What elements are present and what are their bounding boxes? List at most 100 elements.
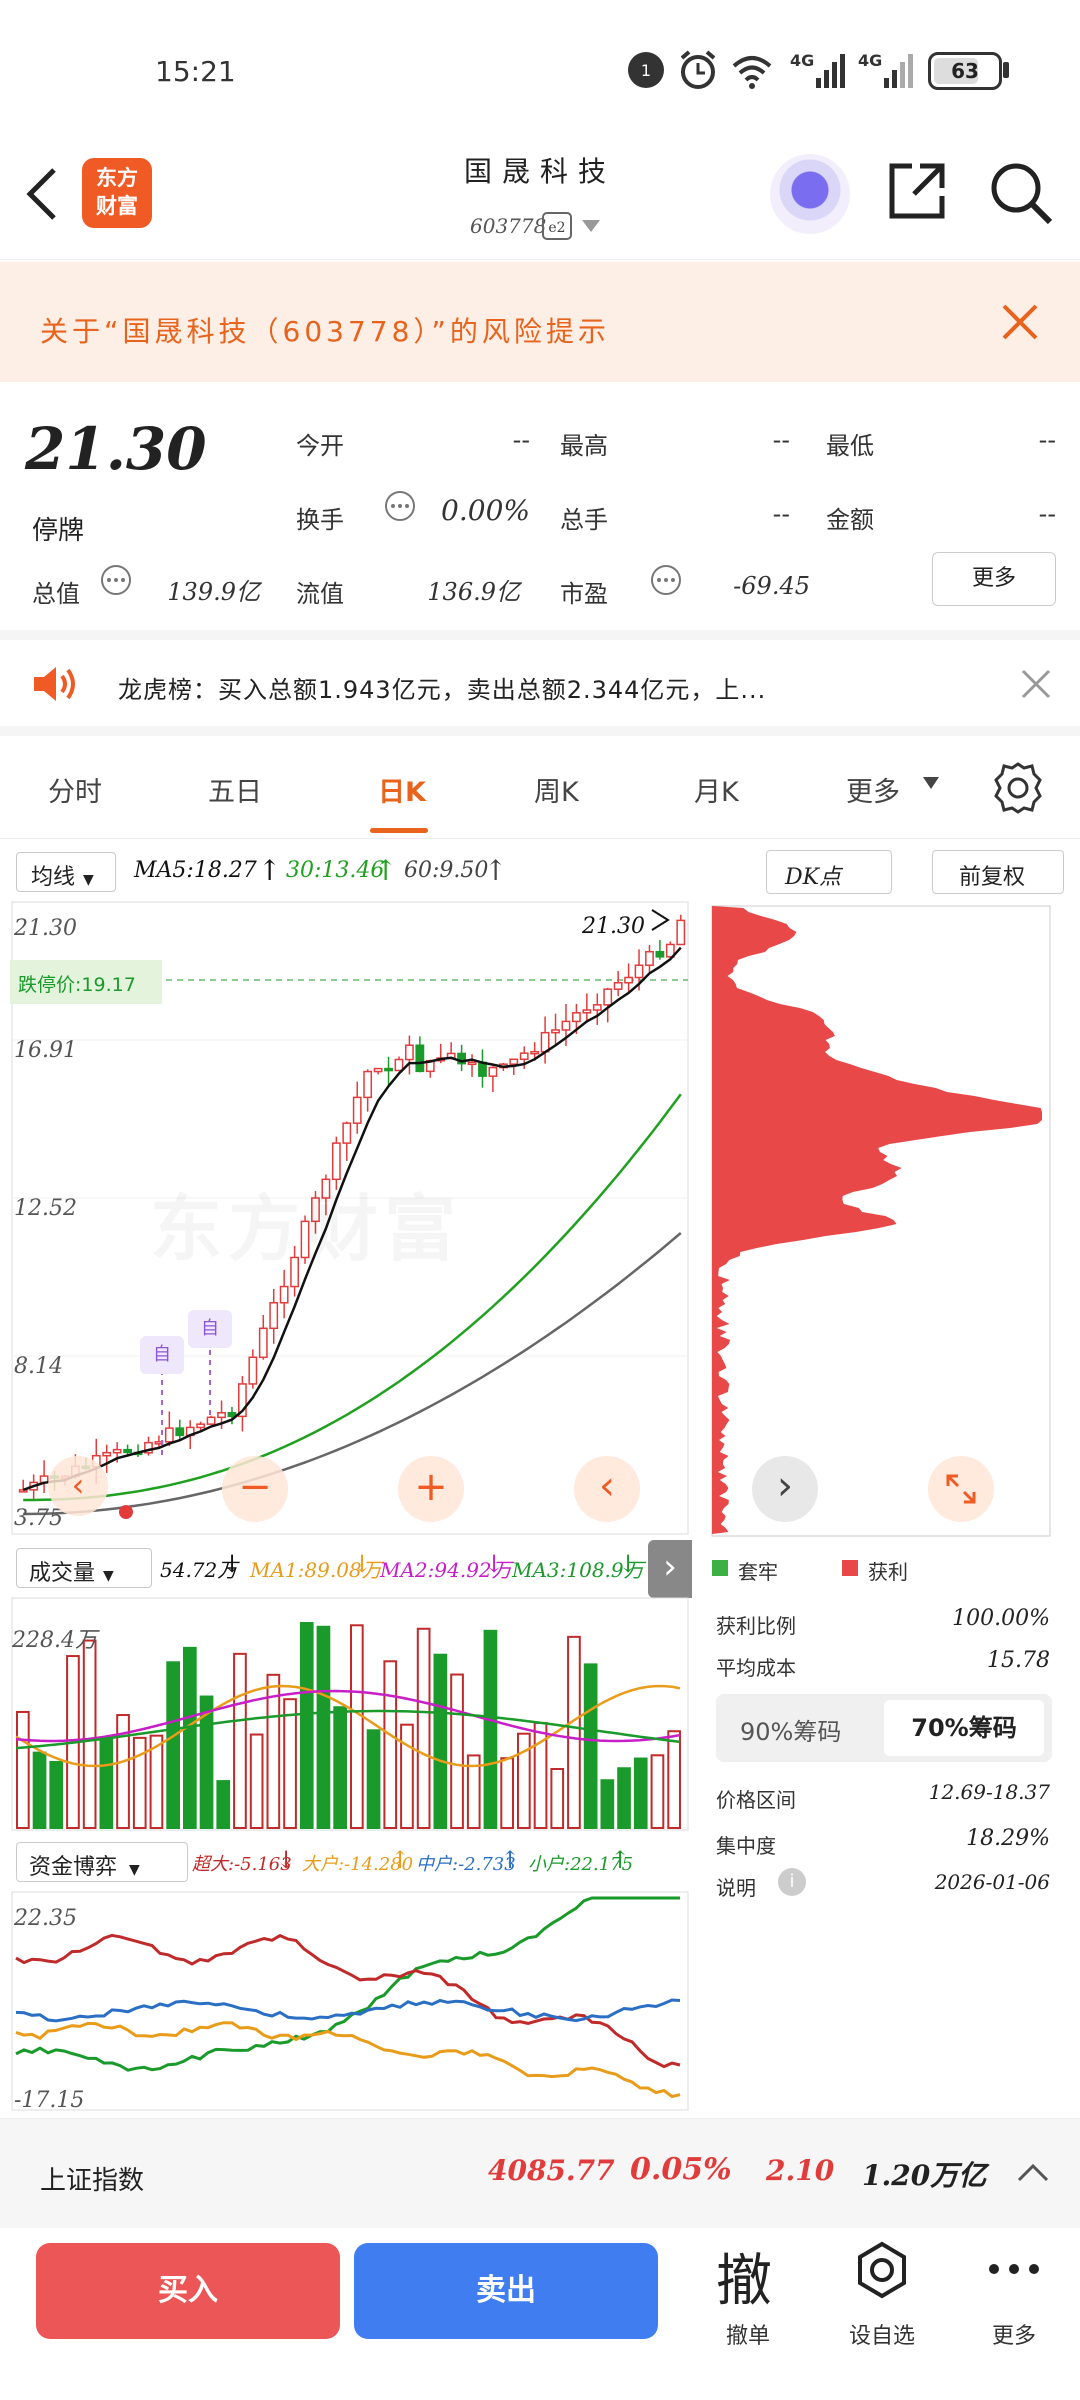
watchlist-label[interactable]: 设自选: [832, 2318, 932, 2350]
tab-monthly-k[interactable]: 月K: [694, 770, 739, 809]
info-dots-icon[interactable]: [650, 564, 682, 596]
mid-arrow: ↑: [500, 1846, 521, 1874]
volume-label: 总手: [560, 506, 608, 534]
mktcap-label: 总值: [32, 580, 80, 608]
assistant-avatar[interactable]: [770, 154, 850, 234]
candle-body: [258, 1327, 268, 1359]
stock-title: 国晟科技: [463, 155, 616, 188]
chevron-down-icon[interactable]: [922, 776, 940, 790]
volume-bar: [383, 1660, 398, 1829]
candle-body: [488, 1066, 498, 1077]
ma60-label: 60:9.50: [404, 858, 489, 883]
candle-body: [206, 1416, 216, 1425]
sell-button[interactable]: 卖出: [354, 2243, 658, 2339]
app-logo: 东方 财富: [82, 158, 152, 228]
volume-value: --: [772, 500, 790, 528]
zoom-in-button[interactable]: +: [398, 1456, 464, 1522]
candle-body: [467, 1061, 477, 1066]
news-ticker-text[interactable]: 龙虎榜：买入总额1.943亿元，卖出总额2.344亿元，上...: [118, 670, 766, 705]
scroll-left-button[interactable]: ‹: [574, 1456, 640, 1522]
dropdown-caret-icon[interactable]: [580, 218, 602, 234]
battery-icon: 63: [928, 52, 1002, 90]
candle-body: [592, 1004, 602, 1011]
share-icon[interactable]: [886, 160, 948, 222]
candle-body: [196, 1423, 206, 1429]
back-arrow-icon[interactable]: [22, 164, 62, 224]
svg-text:4G: 4G: [790, 51, 814, 70]
vol-ma3-arrow: ↓: [618, 1550, 639, 1578]
concentration-value: 18.29%: [966, 1826, 1050, 1851]
chart-prev-button[interactable]: ‹: [48, 1456, 108, 1516]
cancel-order-icon[interactable]: 撤: [716, 2236, 772, 2317]
candle-body: [373, 1067, 383, 1073]
gear-icon[interactable]: [990, 760, 1046, 816]
svg-text:e2: e2: [548, 220, 565, 236]
buy-button[interactable]: 买入: [36, 2243, 340, 2339]
price-axis-3: 12.52: [14, 1196, 77, 1221]
tab-intraday[interactable]: 分时: [48, 770, 102, 809]
ma-select[interactable]: 均线 ▼: [16, 852, 116, 892]
more-quote-button[interactable]: 更多: [932, 552, 1056, 606]
search-icon[interactable]: [988, 160, 1054, 226]
volume-bar: [132, 1736, 147, 1830]
candle-body: [352, 1096, 362, 1124]
svg-text:4G: 4G: [858, 51, 882, 70]
candle-body: [342, 1122, 352, 1144]
info-dots-icon[interactable]: [384, 490, 416, 522]
fund-frame: [11, 1891, 689, 2111]
candle-body: [227, 1412, 237, 1418]
ma30-arrow: ↑: [374, 854, 398, 887]
tab-daily-k[interactable]: 日K: [378, 770, 426, 809]
risk-banner-text[interactable]: 关于“国晟科技（603778）”的风险提示: [40, 310, 610, 350]
candle-body: [405, 1044, 414, 1061]
wifi-icon: [732, 56, 772, 89]
cancel-order-label[interactable]: 撤单: [698, 2318, 798, 2350]
tab-five-day[interactable]: 五日: [208, 770, 262, 809]
volume-bar: [633, 1757, 648, 1829]
profit-ratio-label: 获利比例: [716, 1614, 796, 1638]
candle-body: [217, 1412, 226, 1419]
close-icon[interactable]: [1000, 302, 1040, 342]
chevron-up-icon[interactable]: [1016, 2160, 1050, 2184]
open-value: --: [512, 426, 530, 454]
settings-hex-icon[interactable]: [852, 2240, 912, 2300]
close-news-icon[interactable]: [1020, 668, 1052, 700]
float-label: 流值: [296, 580, 344, 608]
volume-bar: [299, 1622, 314, 1829]
candle-body: [509, 1058, 519, 1065]
expand-panel-button[interactable]: ›: [648, 1540, 692, 1598]
last-price-arrow: [651, 909, 670, 931]
volume-bar: [483, 1629, 498, 1829]
tab-90-chips[interactable]: 90%筹码: [740, 1712, 841, 1747]
volume-bar: [416, 1627, 431, 1829]
more-label[interactable]: 更多: [964, 2318, 1064, 2350]
candle-body: [676, 919, 686, 946]
watermark: 东方财富: [150, 1170, 462, 1275]
candle-body: [112, 1448, 122, 1454]
info-dots-icon[interactable]: [100, 564, 132, 596]
last-price-tag: 21.30: [582, 914, 645, 939]
more-dots-icon[interactable]: [984, 2254, 1044, 2284]
last-price: 21.30: [25, 415, 207, 483]
tab-70-chips[interactable]: 70%筹码: [884, 1700, 1044, 1756]
large-flow-line: [15, 2021, 681, 2099]
candle-body: [603, 988, 613, 1006]
avg-cost-value: 15.78: [987, 1648, 1050, 1673]
trapped-swatch: [712, 1560, 728, 1576]
tab-weekly-k[interactable]: 周K: [534, 770, 579, 809]
candle-body: [655, 950, 665, 958]
tab-more[interactable]: 更多: [846, 770, 900, 809]
info-icon[interactable]: i: [778, 1868, 806, 1896]
volume-bar: [450, 1673, 464, 1829]
turnover-value: 0.00%: [441, 494, 530, 527]
adjust-select[interactable]: 前复权: [932, 850, 1064, 894]
pe-label: 市盈: [560, 580, 608, 608]
dk-point-button[interactable]: DK点: [766, 850, 892, 894]
signal-4g-icon-2: 4G: [858, 51, 913, 88]
candle-body: [624, 976, 633, 984]
volume-select[interactable]: 成交量 ▼: [16, 1548, 152, 1588]
zoom-out-button[interactable]: −: [222, 1456, 288, 1522]
fund-flow-select[interactable]: 资金博弈 ▼: [16, 1842, 188, 1882]
volume-axis-max: 228.4万: [12, 1628, 97, 1653]
volume-bar: [400, 1723, 414, 1829]
